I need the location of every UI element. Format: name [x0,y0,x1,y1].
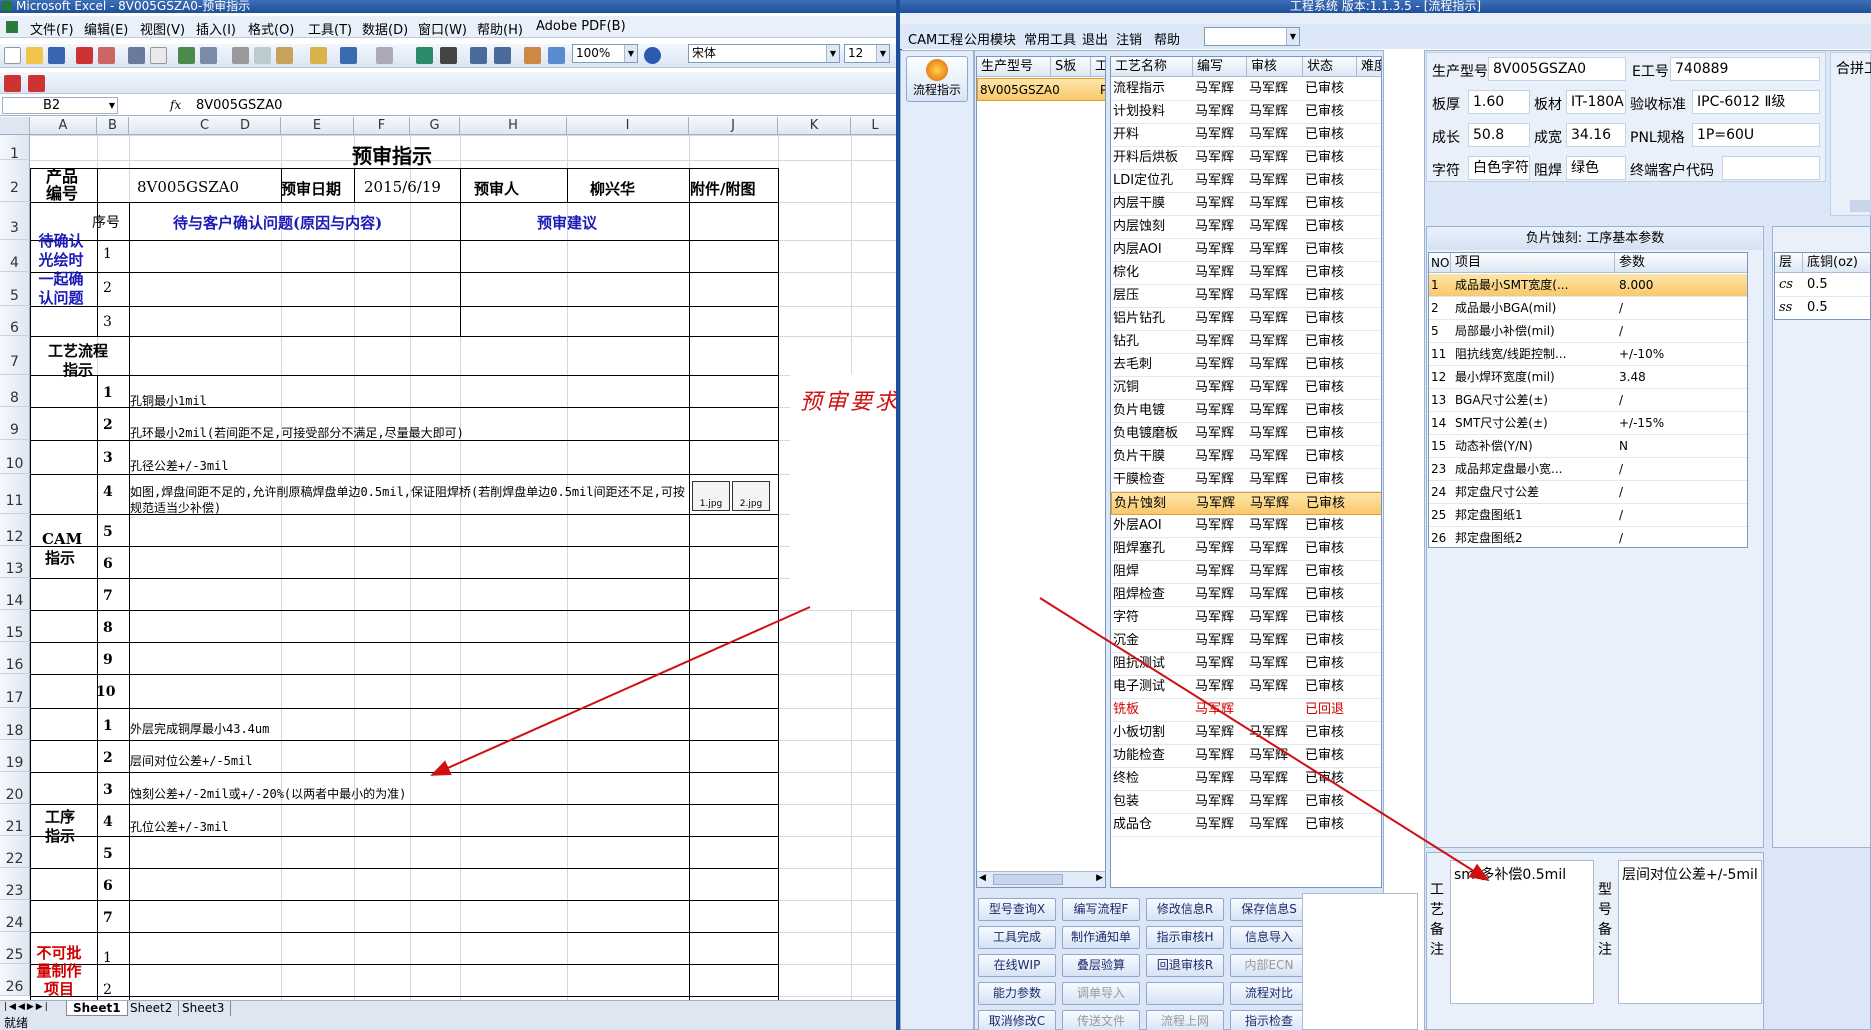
arrow-to-craft-note [1039,597,1490,882]
annotation-arrows [430,597,1490,882]
arrow-to-process-item [430,606,811,776]
desktop: { "excel":{ "title":"Microsoft Excel - 8… [0,0,1871,1030]
